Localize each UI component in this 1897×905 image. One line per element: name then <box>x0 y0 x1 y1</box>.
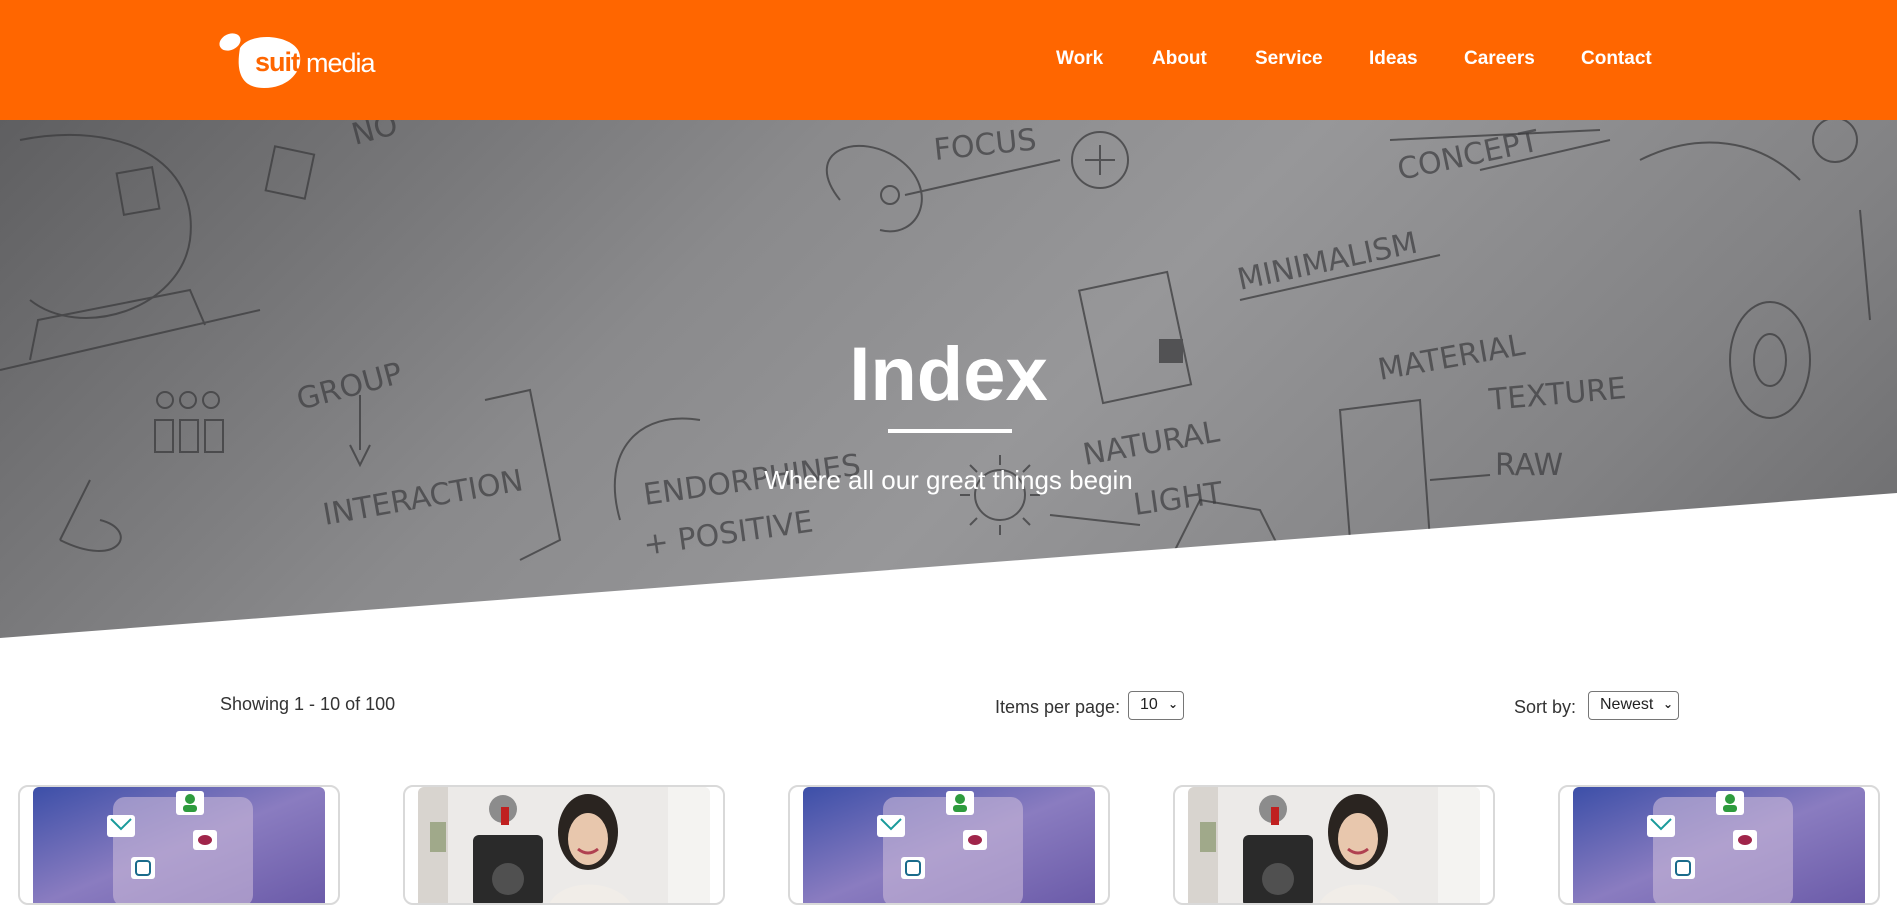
sketch-word-minimalism: MINIMALISM <box>1234 226 1420 298</box>
sketch-word-focus: FOCUS <box>932 122 1038 168</box>
logo-text-media: media <box>306 48 376 78</box>
sketch-word-positive: + POSITIVE <box>641 504 815 562</box>
post-thumbnail <box>418 787 710 903</box>
post-card[interactable] <box>1558 785 1880 905</box>
site-header: suit media Work About Service Ideas Care… <box>0 0 1897 120</box>
post-card[interactable] <box>403 785 725 905</box>
post-card[interactable] <box>1173 785 1495 905</box>
nav-item-about[interactable]: About <box>1152 48 1207 70</box>
social-media-image <box>1573 787 1865 903</box>
sort-by-select[interactable]: Newest ⌄ <box>1588 691 1679 720</box>
nav-item-work[interactable]: Work <box>1056 48 1103 70</box>
page-title: Index <box>849 332 1048 417</box>
page-subtitle: Where all our great things begin <box>764 465 1133 495</box>
post-thumbnail <box>1188 787 1480 903</box>
sort-by-label: Sort by: <box>1514 697 1577 717</box>
post-thumbnail <box>33 787 325 903</box>
suitmedia-logo[interactable]: suit media <box>218 30 376 92</box>
post-thumbnail <box>803 787 1095 903</box>
showing-count: Showing 1 - 10 of 100 <box>220 694 396 714</box>
woman-vlogger-image <box>1188 787 1480 903</box>
post-card[interactable] <box>788 785 1110 905</box>
nav-item-ideas[interactable]: Ideas <box>1369 48 1418 70</box>
post-thumbnail <box>1573 787 1865 903</box>
items-per-page-select[interactable]: 10 ⌄ <box>1128 691 1184 720</box>
post-card[interactable] <box>18 785 340 905</box>
title-underline <box>888 429 1012 433</box>
sort-by-value: Newest <box>1600 696 1654 713</box>
nav-item-careers[interactable]: Careers <box>1464 48 1535 70</box>
logo-text-suit: suit <box>255 47 300 77</box>
social-media-image <box>803 787 1095 903</box>
nav-item-service[interactable]: Service <box>1255 48 1323 70</box>
hero-banner: FOCUS CONCEPT MINIMALISM MATERIAL TEXTUR… <box>0 120 1897 638</box>
items-per-page-value: 10 <box>1140 696 1158 713</box>
chevron-down-icon: ⌄ <box>1662 697 1673 711</box>
sketch-word-no: NO <box>348 120 402 153</box>
woman-vlogger-image <box>418 787 710 903</box>
items-per-page-label: Items per page: <box>995 697 1121 717</box>
sketch-word-concept: CONCEPT <box>1394 124 1542 188</box>
social-media-image <box>33 787 325 903</box>
chevron-down-icon: ⌄ <box>1167 697 1178 711</box>
nav-item-contact[interactable]: Contact <box>1581 48 1652 70</box>
